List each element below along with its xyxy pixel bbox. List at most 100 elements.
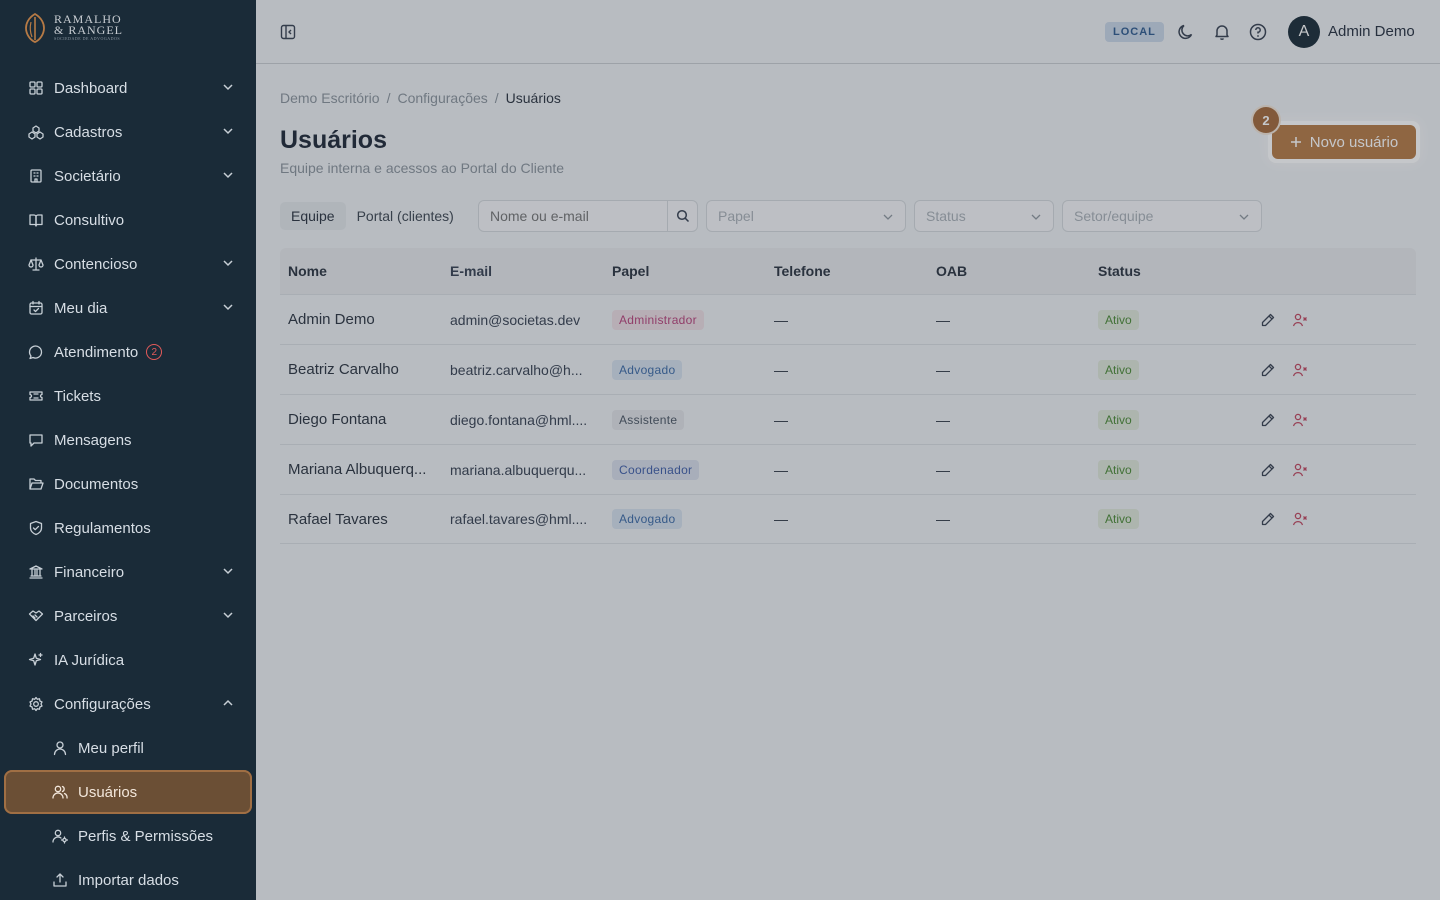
sparkles-icon xyxy=(28,652,44,668)
row-actions xyxy=(1252,511,1416,527)
user-icon xyxy=(52,740,68,756)
user-role-cell: Administrador xyxy=(604,309,766,330)
role-filter-select[interactable]: Papel xyxy=(706,200,906,232)
search-button[interactable] xyxy=(667,201,697,231)
sidebar-item-consultivo[interactable]: Consultivo xyxy=(0,198,256,242)
status-badge: Ativo xyxy=(1098,359,1139,380)
chevron-down-icon xyxy=(883,214,893,220)
sidebar-toggle-icon[interactable] xyxy=(280,24,296,40)
search-box xyxy=(478,200,698,232)
sidebar-item-cadastros[interactable]: Cadastros xyxy=(0,110,256,154)
user-status-cell: Ativo xyxy=(1090,409,1252,430)
logo-mark-icon xyxy=(25,12,45,43)
role-badge: Assistente xyxy=(612,409,685,430)
sidebar-item-parceiros[interactable]: Parceiros xyxy=(0,594,256,638)
sidebar-item-financeiro[interactable]: Financeiro xyxy=(0,550,256,594)
chevron-down-icon[interactable] xyxy=(222,609,234,621)
user-name[interactable]: Admin Demo xyxy=(1328,23,1415,40)
tab-client-portal[interactable]: Portal (clientes) xyxy=(346,202,465,230)
sidebar-subitem-label: Meu perfil xyxy=(78,739,144,757)
sidebar-item-label: Financeiro xyxy=(54,563,125,581)
sidebar-item-tickets[interactable]: Tickets xyxy=(0,374,256,418)
sidebar-item-contencioso[interactable]: Contencioso xyxy=(0,242,256,286)
breadcrumb-link-office[interactable]: Demo Escritório xyxy=(280,90,380,106)
deactivate-user-icon[interactable] xyxy=(1292,312,1308,328)
avatar[interactable]: A xyxy=(1288,16,1320,48)
message-square-icon xyxy=(28,432,44,448)
team-filter-placeholder: Setor/equipe xyxy=(1074,208,1154,224)
breadcrumb-link-settings[interactable]: Configurações xyxy=(397,90,487,106)
chevron-up-icon[interactable] xyxy=(222,697,234,709)
chevron-down-icon[interactable] xyxy=(222,81,234,93)
deactivate-user-icon[interactable] xyxy=(1292,462,1308,478)
settings-icon xyxy=(28,696,44,712)
sidebar-item-ia-juridica[interactable]: IA Jurídica xyxy=(0,638,256,682)
team-portal-tabs: Equipe Portal (clientes) xyxy=(280,200,465,232)
chevron-down-icon[interactable] xyxy=(222,301,234,313)
user-oab-cell: — xyxy=(936,461,950,478)
user-status-cell: Ativo xyxy=(1090,459,1252,480)
folder-open-icon xyxy=(28,476,44,492)
sidebar-subitem-meu-perfil[interactable]: Meu perfil xyxy=(0,726,256,770)
user-role-cell: Coordenador xyxy=(604,459,766,480)
sidebar-subitem-perfis-permissoes[interactable]: Perfis & Permissões xyxy=(0,814,256,858)
boxes-icon xyxy=(28,124,44,140)
new-user-button-highlight: Novo usuário xyxy=(1268,121,1420,163)
sidebar-item-label: Cadastros xyxy=(54,123,123,141)
sidebar-item-label: Regulamentos xyxy=(54,519,151,537)
user-name-cell: Rafael Tavares xyxy=(288,510,388,528)
user-role-cell: Advogado xyxy=(604,359,766,380)
sidebar-item-meu-dia[interactable]: Meu dia xyxy=(0,286,256,330)
notifications-bell-icon[interactable] xyxy=(1213,23,1231,41)
user-oab-cell: — xyxy=(936,361,950,378)
new-user-button[interactable]: Novo usuário xyxy=(1272,125,1416,159)
role-badge: Coordenador xyxy=(612,459,700,480)
deactivate-user-icon[interactable] xyxy=(1292,362,1308,378)
brand-logo[interactable]: RAMALHO & RANGEL SOCIEDADE DE ADVOGADOS xyxy=(24,12,123,44)
sidebar-item-mensagens[interactable]: Mensagens xyxy=(0,418,256,462)
user-cog-icon xyxy=(52,828,68,844)
status-badge: Ativo xyxy=(1098,409,1139,430)
upload-icon xyxy=(52,872,68,888)
user-role-cell: Advogado xyxy=(604,509,766,529)
deactivate-user-icon[interactable] xyxy=(1292,511,1308,527)
sidebar-item-regulamentos[interactable]: Regulamentos xyxy=(0,506,256,550)
help-circle-icon[interactable] xyxy=(1249,23,1267,41)
sidebar-item-societario[interactable]: Societário xyxy=(0,154,256,198)
chevron-down-icon[interactable] xyxy=(222,125,234,137)
user-oab-cell: — xyxy=(936,311,950,328)
status-filter-select[interactable]: Status xyxy=(914,200,1054,232)
breadcrumb-current: Usuários xyxy=(505,90,561,106)
edit-pencil-icon[interactable] xyxy=(1260,511,1276,527)
sidebar-subitem-importar-dados[interactable]: Importar dados xyxy=(0,858,256,900)
user-name-cell: Mariana Albuquerq... xyxy=(288,461,427,478)
user-name-cell: Admin Demo xyxy=(288,311,375,328)
sidebar-subitem-usuarios[interactable]: Usuários xyxy=(4,770,252,814)
sidebar-item-dashboard[interactable]: Dashboard xyxy=(0,66,256,110)
landmark-icon xyxy=(28,564,44,580)
edit-pencil-icon[interactable] xyxy=(1260,462,1276,478)
edit-pencil-icon[interactable] xyxy=(1260,312,1276,328)
sidebar-item-atendimento[interactable]: Atendimento 2 xyxy=(0,330,256,374)
edit-pencil-icon[interactable] xyxy=(1260,362,1276,378)
notification-count-badge: 2 xyxy=(146,344,163,360)
sidebar: RAMALHO & RANGEL SOCIEDADE DE ADVOGADOS … xyxy=(0,0,256,900)
user-status-cell: Ativo xyxy=(1090,509,1252,529)
sidebar-subitem-label: Perfis & Permissões xyxy=(78,827,214,845)
row-actions xyxy=(1252,412,1416,428)
tab-team[interactable]: Equipe xyxy=(280,202,346,230)
chevron-down-icon[interactable] xyxy=(222,169,234,181)
sidebar-item-documentos[interactable]: Documentos xyxy=(0,462,256,506)
deactivate-user-icon[interactable] xyxy=(1292,412,1308,428)
sidebar-item-configuracoes[interactable]: Configurações xyxy=(0,682,256,726)
sidebar-item-label: Tickets xyxy=(54,387,101,405)
edit-pencil-icon[interactable] xyxy=(1260,412,1276,428)
search-input[interactable] xyxy=(479,201,667,231)
breadcrumb-separator: / xyxy=(386,90,391,106)
user-email-cell: admin@societas.dev xyxy=(450,311,581,328)
chevron-down-icon[interactable] xyxy=(222,257,234,269)
ticket-icon xyxy=(28,388,44,404)
team-filter-select[interactable]: Setor/equipe xyxy=(1062,200,1262,232)
theme-toggle-moon-icon[interactable] xyxy=(1177,23,1195,41)
chevron-down-icon[interactable] xyxy=(222,565,234,577)
